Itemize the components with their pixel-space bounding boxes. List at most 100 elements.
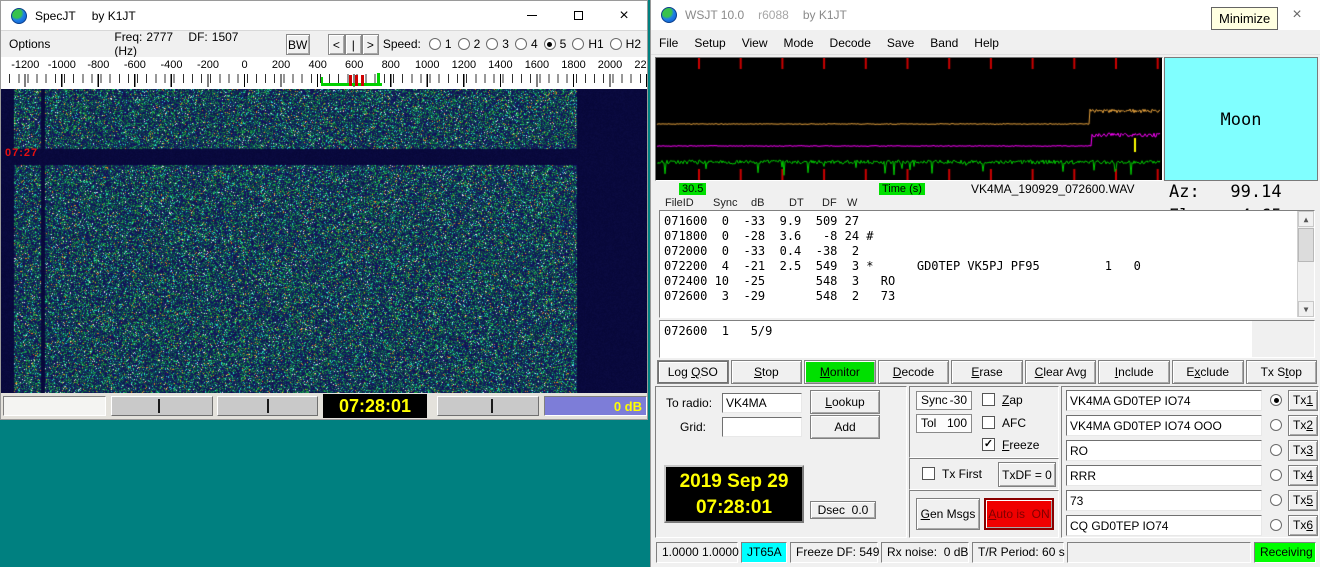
- menu-options[interactable]: Options: [1, 33, 58, 55]
- tx4-message-input[interactable]: [1066, 465, 1262, 486]
- speed-radio-2[interactable]: [458, 38, 470, 50]
- to-radio-input[interactable]: [722, 393, 802, 413]
- log-qso-button[interactable]: Log QSO: [657, 360, 729, 384]
- zap-label: Zap: [1002, 393, 1023, 407]
- speed-radio-5[interactable]: [544, 38, 556, 50]
- tx3-button[interactable]: Tx3: [1288, 440, 1318, 461]
- waterfall-display[interactable]: [1, 89, 647, 393]
- menu-save[interactable]: Save: [879, 32, 922, 54]
- speed-radio-label: 2: [474, 37, 481, 51]
- tx1-button[interactable]: Tx1: [1288, 390, 1318, 411]
- tx2-button[interactable]: Tx2: [1288, 415, 1318, 436]
- slider-thumb[interactable]: [491, 399, 493, 413]
- menu-setup[interactable]: Setup: [686, 32, 733, 54]
- grid-input[interactable]: [722, 417, 802, 437]
- decode-scrollbar[interactable]: ▲ ▼: [1297, 211, 1314, 317]
- freq-value: 2777: [146, 30, 173, 44]
- nav-center-button[interactable]: |: [345, 34, 362, 55]
- desktop-background: [0, 420, 650, 567]
- status-rx: Rx noise: 0 dB: [881, 542, 969, 563]
- decode-text-area[interactable]: 071600 0 -33 9.9 509 27 071800 0 -28 3.6…: [659, 210, 1315, 318]
- tx-stop-button[interactable]: Tx Stop: [1246, 360, 1318, 384]
- menu-file[interactable]: File: [651, 32, 686, 54]
- status-jt65a: JT65A: [741, 542, 787, 563]
- decode-lines: 071600 0 -33 9.9 509 27 071800 0 -28 3.6…: [660, 211, 1314, 304]
- spectrum-graph-display[interactable]: [656, 58, 1162, 180]
- erase-button[interactable]: Erase: [951, 360, 1023, 384]
- gain-slider[interactable]: [437, 396, 539, 416]
- speed-radio-4[interactable]: [515, 38, 527, 50]
- brightness-slider[interactable]: [111, 396, 213, 416]
- average-text-area[interactable]: 072600 1 5/9: [659, 320, 1315, 358]
- tx5-button[interactable]: Tx5: [1288, 490, 1318, 511]
- tx5-radio[interactable]: [1270, 494, 1282, 506]
- gen-msgs-button[interactable]: Gen Msgs: [916, 498, 980, 530]
- tx6-message-input[interactable]: [1066, 515, 1262, 536]
- wsjt-revision: r6088: [758, 8, 789, 22]
- speed-radio-H1[interactable]: [572, 38, 584, 50]
- bw-button[interactable]: BW: [286, 34, 310, 55]
- zap-checkbox[interactable]: [982, 393, 995, 406]
- slider-thumb[interactable]: [158, 399, 160, 413]
- wsjt-menubar: File Setup View Mode Decode Save Band Help: [651, 31, 1320, 55]
- slider-thumb[interactable]: [267, 399, 269, 413]
- scale-tick-label: 2200: [628, 57, 647, 71]
- txdf-button[interactable]: TxDF = 0: [998, 462, 1056, 487]
- tx4-radio[interactable]: [1270, 469, 1282, 481]
- menu-decode[interactable]: Decode: [822, 32, 879, 54]
- scroll-up-icon[interactable]: ▲: [1298, 211, 1314, 227]
- add-button[interactable]: Add: [810, 415, 880, 439]
- scale-tick-label: -200: [190, 57, 227, 71]
- minimize-button[interactable]: [509, 1, 555, 31]
- scroll-down-icon[interactable]: ▼: [1298, 301, 1314, 317]
- menu-view[interactable]: View: [734, 32, 776, 54]
- speed-radio-1[interactable]: [429, 38, 441, 50]
- scale-tick-label: 0: [226, 57, 263, 71]
- tolerance-box[interactable]: Tol 100: [916, 414, 972, 433]
- tx5-message-input[interactable]: [1066, 490, 1262, 511]
- grid-label: Grid:: [680, 420, 706, 434]
- menu-band[interactable]: Band: [922, 32, 966, 54]
- nav-right-button[interactable]: >: [362, 34, 379, 55]
- tx1-message-input[interactable]: [1066, 390, 1262, 411]
- decode-button[interactable]: Decode: [878, 360, 950, 384]
- lookup-button[interactable]: Lookup: [810, 390, 880, 414]
- monitor-button[interactable]: Monitor: [804, 360, 876, 384]
- tx6-radio[interactable]: [1270, 519, 1282, 531]
- clear-avg-button[interactable]: Clear Avg: [1025, 360, 1097, 384]
- maximize-button[interactable]: [555, 1, 601, 31]
- afc-checkbox[interactable]: [982, 416, 995, 429]
- tx4-button[interactable]: Tx4: [1288, 465, 1318, 486]
- tx6-button[interactable]: Tx6: [1288, 515, 1318, 536]
- close-icon: ×: [1292, 6, 1301, 24]
- tx2-radio[interactable]: [1270, 419, 1282, 431]
- tx1-radio[interactable]: [1270, 394, 1282, 406]
- waterfall-nav-buttons: < | >: [328, 34, 379, 55]
- exclude-button[interactable]: Exclude: [1172, 360, 1244, 384]
- tx-timing-group: Tx First TxDF = 0: [909, 458, 1059, 490]
- tx-first-checkbox[interactable]: [922, 467, 935, 480]
- minimize-icon: [527, 15, 537, 16]
- tx2-message-input[interactable]: [1066, 415, 1262, 436]
- scale-tick-label: 800: [372, 57, 409, 71]
- tx3-radio[interactable]: [1270, 444, 1282, 456]
- scroll-thumb[interactable]: [1298, 228, 1314, 262]
- scale-tick-label: -400: [153, 57, 190, 71]
- menu-help[interactable]: Help: [966, 32, 1007, 54]
- tone-marker-red-2: [355, 75, 358, 86]
- freeze-checkbox[interactable]: ✓: [982, 438, 995, 451]
- speed-radio-H2[interactable]: [610, 38, 622, 50]
- tx3-message-input[interactable]: [1066, 440, 1262, 461]
- close-button[interactable]: ×: [601, 1, 647, 31]
- status-spacer: [1067, 542, 1251, 563]
- menu-mode[interactable]: Mode: [776, 32, 822, 54]
- include-button[interactable]: Include: [1098, 360, 1170, 384]
- contrast-slider[interactable]: [217, 396, 318, 416]
- sync-threshold-box[interactable]: Sync -30: [916, 391, 972, 410]
- nav-left-button[interactable]: <: [328, 34, 345, 55]
- close-button[interactable]: ×: [1274, 0, 1320, 30]
- speed-radio-3[interactable]: [486, 38, 498, 50]
- stop-button[interactable]: Stop: [731, 360, 803, 384]
- auto-on-button[interactable]: Auto is ON: [984, 498, 1054, 530]
- freeze-label: Freeze: [1002, 438, 1039, 452]
